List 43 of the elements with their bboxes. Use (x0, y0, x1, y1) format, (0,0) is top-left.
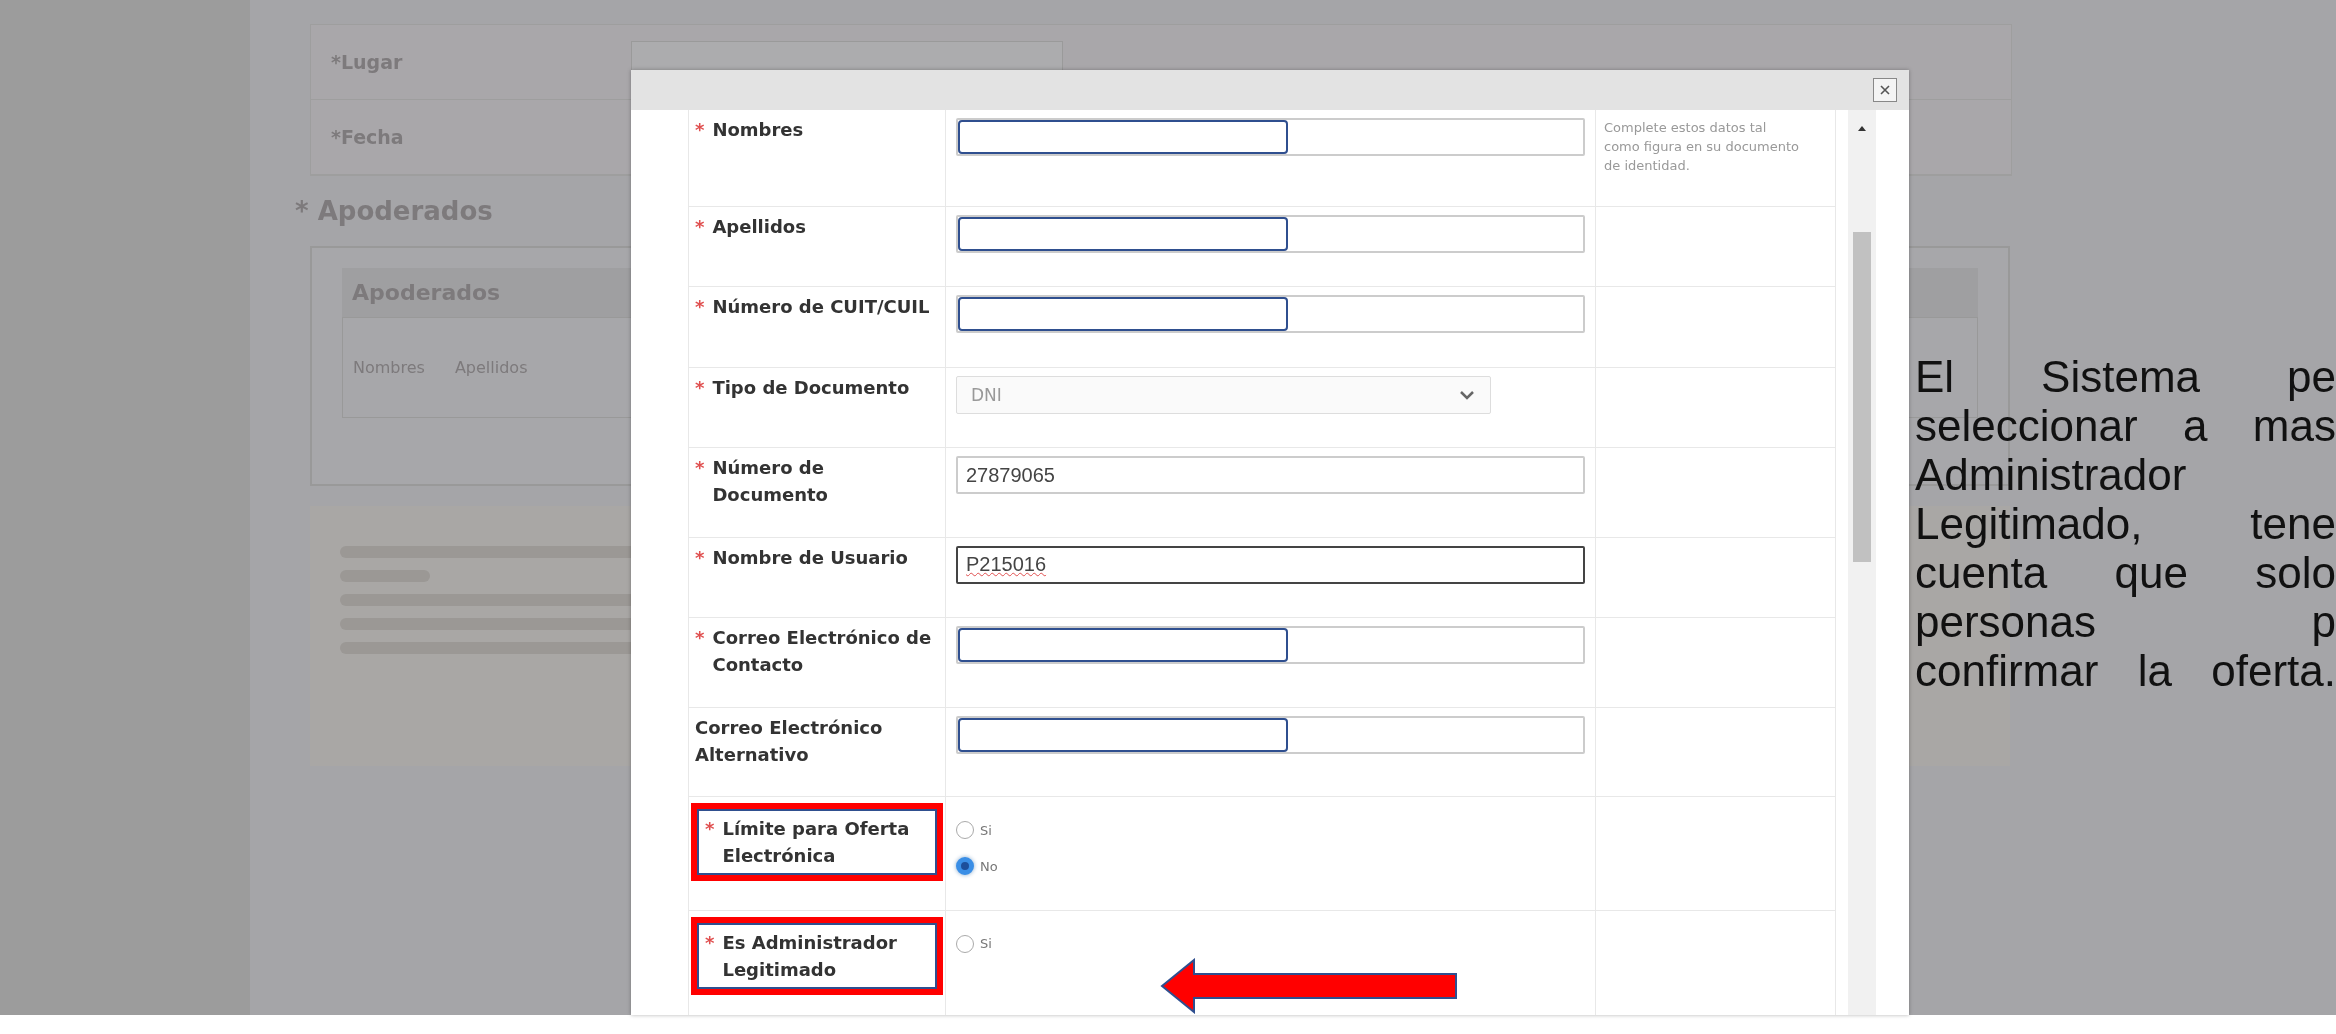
close-icon (1878, 83, 1892, 97)
input-field[interactable] (956, 626, 1585, 664)
field-label: Correo Electrónico Alternativo (695, 715, 884, 767)
scrollbar[interactable] (1848, 110, 1876, 1015)
required-mark: * (695, 214, 705, 239)
field-label: Número de Documento (712, 456, 829, 507)
radio-button[interactable] (956, 934, 974, 953)
input-field[interactable]: 27879065 (956, 456, 1585, 494)
dropdown[interactable]: DNI (956, 375, 1491, 414)
field-label: Límite para Oferta Electrónica (722, 817, 911, 868)
field-value: 27879065 (966, 463, 1055, 487)
help-text: Complete estos datos tal como figura en su documento de identidad. (1604, 119, 1801, 175)
input-field[interactable] (956, 214, 1585, 253)
input-field[interactable]: P215016 (956, 545, 1585, 584)
field-label: Nombres (712, 118, 804, 142)
option-label[interactable]: No (980, 858, 998, 874)
required-mark: * (695, 456, 705, 480)
field-value: P215016 (966, 553, 1047, 576)
field-label: Correo Electrónico de Contacto (712, 626, 933, 677)
required-mark: * (695, 295, 705, 319)
required-mark: * (695, 626, 705, 650)
annotation-text: El Sistema pe seleccionar a mas Administrador Legitimado, tene cuenta que solo personas p confirmar la oferta. (1915, 352, 2336, 695)
scrollbar-thumb[interactable] (1853, 232, 1871, 562)
input-field[interactable] (956, 715, 1585, 754)
chevron-down-icon (1458, 388, 1476, 401)
required-mark: * (705, 817, 715, 841)
option-label[interactable]: Si (980, 936, 992, 951)
field-label: Tipo de Documento (712, 375, 910, 400)
field-label: Apellidos (712, 214, 806, 239)
input-field[interactable] (956, 118, 1585, 156)
required-mark: * (695, 375, 705, 400)
radio-button[interactable] (956, 821, 974, 839)
required-mark: * (705, 930, 715, 955)
close-button[interactable] (1873, 78, 1897, 102)
scroll-up-icon[interactable] (1857, 124, 1867, 132)
required-mark: * (695, 118, 705, 142)
option-label[interactable]: Si (980, 822, 992, 838)
field-label: Número de CUIT/CUIL (712, 295, 930, 319)
field-label: Es Administrador Legitimado (722, 930, 898, 982)
input-field[interactable] (956, 295, 1585, 333)
field-label: Nombre de Usuario (712, 545, 908, 570)
required-mark: * (695, 545, 705, 570)
radio-button[interactable] (956, 857, 974, 875)
